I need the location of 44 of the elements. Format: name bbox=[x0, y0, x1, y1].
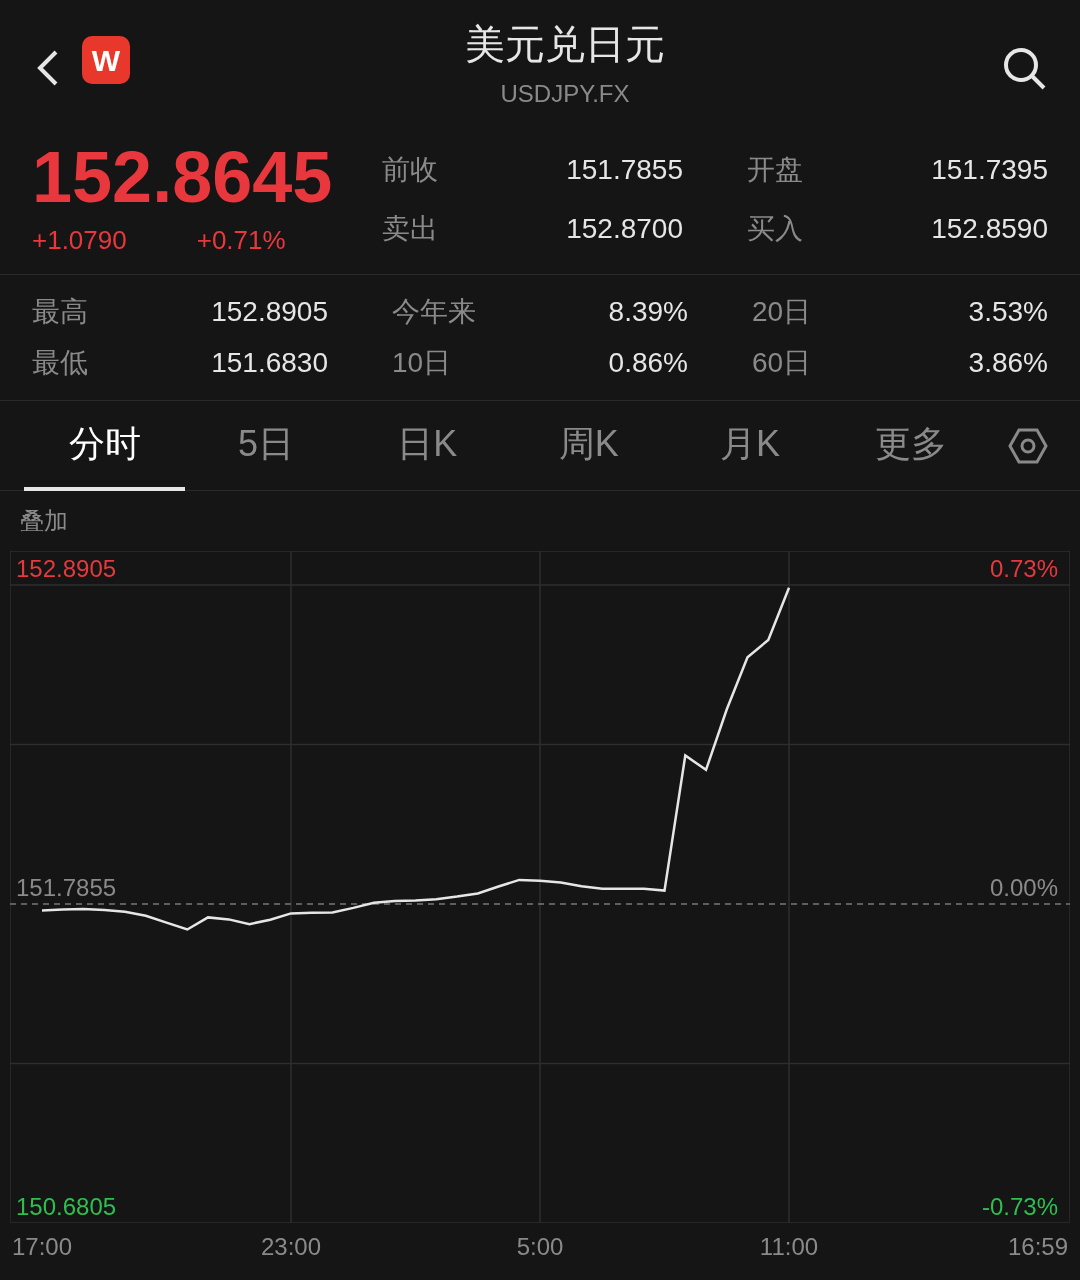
app-logo: W bbox=[82, 36, 130, 84]
stat-label: 今年来 bbox=[392, 295, 476, 330]
stat-value: 152.8590 bbox=[931, 211, 1048, 246]
stat-label: 卖出 bbox=[382, 211, 438, 246]
stat-value: 151.7855 bbox=[566, 153, 683, 188]
stat-label: 最高 bbox=[32, 295, 88, 330]
stat-value: 3.86% bbox=[968, 345, 1048, 380]
time-axis-label: 11:00 bbox=[759, 1233, 819, 1261]
time-axis-label: 17:00 bbox=[11, 1233, 73, 1261]
stat-label: 买入 bbox=[747, 211, 803, 246]
chart-tab[interactable]: 日K bbox=[346, 400, 508, 491]
percent-axis-label: -0.73% bbox=[981, 1193, 1058, 1221]
price-change: +1.0790 bbox=[32, 224, 127, 257]
chart-tab[interactable]: 更多 bbox=[830, 400, 992, 491]
percent-axis-label: 0.73% bbox=[989, 555, 1058, 583]
chart-tab[interactable]: 周K bbox=[508, 400, 670, 491]
stat-value: 151.6830 bbox=[211, 345, 328, 380]
percent-change: +0.71% bbox=[196, 224, 286, 257]
stat-value: 151.7395 bbox=[931, 153, 1048, 188]
chart-tab[interactable]: 分时 bbox=[24, 400, 186, 491]
stat-label: 前收 bbox=[382, 153, 438, 188]
percent-axis-label: 0.00% bbox=[989, 874, 1058, 902]
y-axis-label: 150.6805 bbox=[16, 1193, 117, 1221]
stat-label: 20日 bbox=[752, 295, 812, 330]
stat-label: 最低 bbox=[32, 345, 88, 380]
stat-value: 0.86% bbox=[608, 345, 688, 380]
stat-value: 152.8700 bbox=[566, 211, 683, 246]
y-axis-label: 151.7855 bbox=[16, 874, 117, 902]
last-price: 152.8645 bbox=[32, 137, 334, 217]
stat-label: 10日 bbox=[392, 345, 452, 380]
time-axis-label: 23:00 bbox=[260, 1233, 322, 1261]
y-axis-label: 152.8905 bbox=[16, 555, 117, 583]
symbol-code: USDJPY.FX bbox=[500, 79, 630, 109]
page-title: 美元兑日元 bbox=[465, 21, 665, 68]
stat-value: 3.53% bbox=[968, 295, 1048, 330]
stat-value: 8.39% bbox=[608, 295, 688, 330]
stat-label: 60日 bbox=[752, 345, 812, 380]
chart-tab[interactable]: 5日 bbox=[185, 400, 347, 491]
stat-label: 开盘 bbox=[747, 153, 803, 188]
stat-value: 152.8905 bbox=[211, 295, 328, 330]
time-axis-label: 5:00 bbox=[516, 1233, 564, 1261]
overlay-label: 叠加 bbox=[20, 506, 68, 536]
chart-tab[interactable]: 月K bbox=[669, 400, 831, 491]
time-axis-label: 16:59 bbox=[1007, 1233, 1069, 1261]
